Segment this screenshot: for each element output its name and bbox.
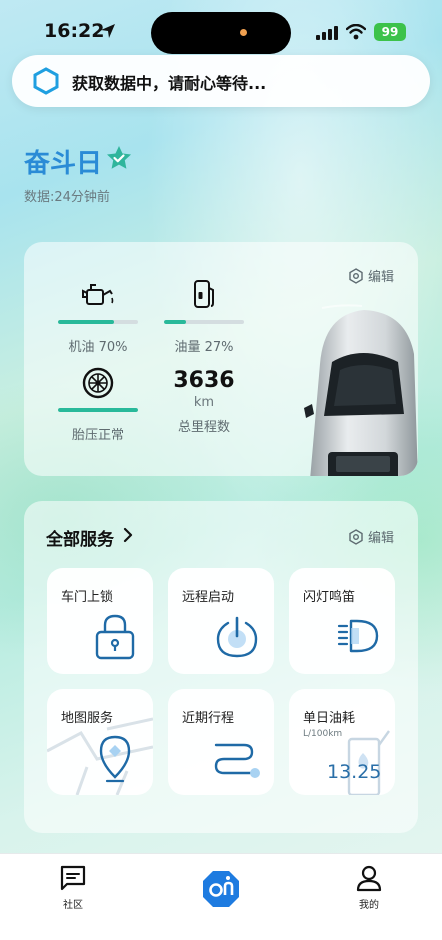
loading-notice: 获取数据中，请耐心等待... [12,55,430,107]
vehicle-status-card: 编辑 机油 70% 油量 27% 胎压正常 3636 km 总里程数 [24,242,418,476]
mileage-value: 3636 [173,368,235,393]
tile-map-service[interactable]: 地图服务 [47,689,153,795]
user-icon [356,865,382,892]
vehicle-edit-button[interactable]: 编辑 [348,266,394,285]
cellular-signal-icon [316,26,338,40]
fuel-progress-bar [164,320,244,324]
tile-label: 单日油耗 [303,711,356,726]
tile-label: 地图服务 [61,711,114,726]
dynamic-island [151,12,291,54]
fuel-progress-fill [164,320,186,324]
oil-progress-bar [58,320,138,324]
tile-daily-fuel[interactable]: 单日油耗 L/100km 13.25 [289,689,395,795]
oil-progress-fill [58,320,114,324]
lock-icon [95,614,135,660]
oil-can-icon [82,284,114,305]
status-time: 16:22 [44,20,105,42]
tab-community[interactable]: 社区 [43,864,103,911]
home-logo-icon[interactable] [201,869,241,909]
chevron-right-icon[interactable] [122,527,134,543]
chat-icon [60,865,86,891]
hexagon-settings-icon [349,267,363,284]
tab-label: 社区 [63,900,83,911]
all-services-link[interactable]: 全部服务 [46,525,114,550]
fuel-consumption-value: 13.25 [327,761,382,783]
edit-label: 编辑 [368,270,395,285]
tab-me[interactable]: 我的 [339,864,399,911]
services-edit-button[interactable]: 编辑 [348,527,394,546]
oil-label: 机油 70% [68,340,128,355]
tile-recent-trips[interactable]: 近期行程 [168,689,274,795]
tile-label: 远程启动 [182,590,235,605]
total-mileage[interactable]: 3636 km 总里程数 [162,368,246,435]
edit-label: 编辑 [368,531,395,546]
tire-pressure[interactable]: 胎压正常 [56,366,140,443]
mileage-label: 总里程数 [177,420,230,435]
tab-label: 我的 [359,900,379,911]
notice-text: 获取数据中，请耐心等待... [72,74,267,93]
tire-label: 胎压正常 [71,428,124,443]
verified-star-icon [107,146,131,169]
tile-remote-start[interactable]: 远程启动 [168,568,274,674]
route-icon [214,743,260,778]
bottom-tab-bar: 社区 我的 [0,853,442,940]
vehicle-name[interactable]: 奋斗日 [24,143,102,180]
headlight-icon [337,619,379,653]
hexagon-settings-icon [349,528,363,545]
wifi-icon [346,24,366,40]
tile-flash-horn[interactable]: 闪灯鸣笛 [289,568,395,674]
fuel-consumption-unit: L/100km [303,729,343,739]
tire-icon [82,367,114,399]
services-card: 全部服务 编辑 车门上锁 远程启动 闪灯鸣笛 地图服务 近期行程 单日油耗 L/… [24,501,418,833]
mileage-unit: km [193,395,215,410]
tile-label: 车门上锁 [61,590,114,605]
tile-door-lock[interactable]: 车门上锁 [47,568,153,674]
map-pin-icon [99,735,131,783]
tire-progress-fill [58,408,138,412]
battery-icon: 99 [374,23,406,41]
fuel-label: 油量 27% [174,340,234,355]
fuel-level[interactable]: 油量 27% [162,278,246,355]
fuel-pump-icon [194,280,214,308]
tile-label: 闪灯鸣笛 [303,590,356,605]
data-updated-time: 数据:24分钟前 [24,190,110,205]
tire-progress-bar [58,408,138,412]
hexagon-icon [33,67,59,95]
power-icon [216,616,258,658]
location-arrow-icon [101,24,115,38]
car-image [304,304,418,476]
oil-level[interactable]: 机油 70% [56,278,140,355]
privacy-indicator [240,29,247,36]
tile-label: 近期行程 [182,711,235,726]
status-bar: 16:22 99 [0,0,442,62]
